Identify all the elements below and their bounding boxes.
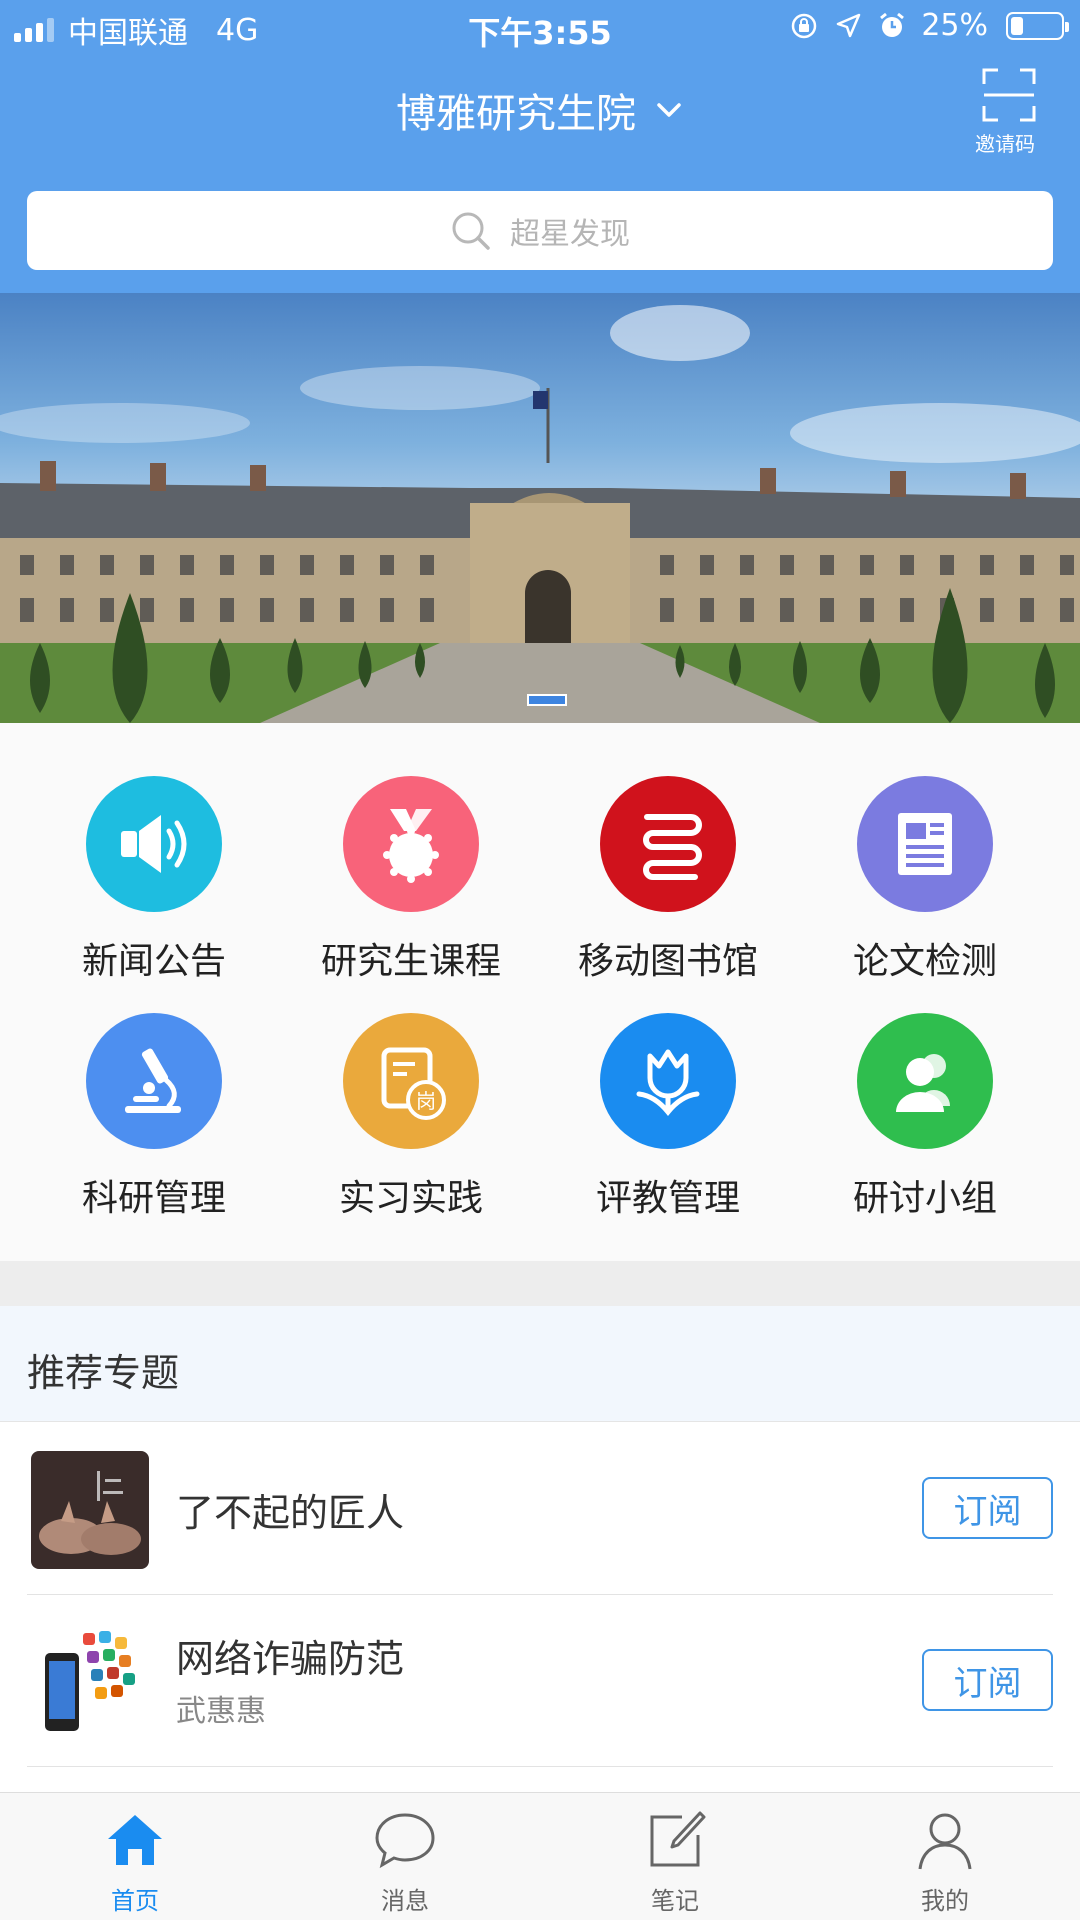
alarm-icon xyxy=(880,12,905,37)
grid-item-teaching-eval[interactable]: 评教管理 xyxy=(553,1013,783,1219)
microscope-icon xyxy=(125,1048,181,1113)
subscribe-button[interactable]: 订阅 xyxy=(922,1477,1053,1539)
courses-icon-circle xyxy=(343,776,479,912)
list-item[interactable]: 了不起的匠人 订阅 xyxy=(0,1422,1080,1594)
chat-bubble-icon xyxy=(375,1813,435,1869)
search-placeholder: 超星发现 xyxy=(510,216,630,252)
grid-item-label: 科研管理 xyxy=(81,1178,226,1219)
recommended-list: 了不起的匠人 订阅 网络诈骗防范 武惠惠 订阅 xyxy=(0,1422,1080,1792)
library-icon-circle xyxy=(600,776,736,912)
chevron-down-icon xyxy=(657,103,681,117)
grid-item-news[interactable]: 新闻公告 xyxy=(39,776,269,982)
document-icon xyxy=(898,813,952,875)
profile-icon xyxy=(918,1813,972,1870)
battery-percent: 25% xyxy=(921,8,988,43)
invite-code-button[interactable]: 邀请码 xyxy=(974,68,1044,157)
topic-name: 网络诈骗防范 xyxy=(176,1637,405,1681)
banner-carousel[interactable] xyxy=(0,293,1080,723)
tab-label: 笔记 xyxy=(651,1887,699,1915)
speaker-icon xyxy=(121,815,187,873)
search-input[interactable]: 超星发现 xyxy=(27,191,1053,270)
recommended-header: 推荐专题 xyxy=(0,1306,1080,1422)
research-icon-circle xyxy=(86,1013,222,1149)
search-icon xyxy=(452,212,490,250)
news-icon-circle xyxy=(86,776,222,912)
list-item[interactable]: 网络诈骗防范 武惠惠 订阅 xyxy=(0,1594,1080,1766)
orientation-lock-icon xyxy=(792,13,817,38)
edit-note-icon xyxy=(650,1811,706,1867)
page-title: 博雅研究生院 xyxy=(396,91,636,137)
grid-item-label: 新闻公告 xyxy=(81,941,226,982)
tab-notes[interactable]: 笔记 xyxy=(540,1793,810,1920)
status-bar: 中国联通 4G 下午3:55 25% xyxy=(0,0,1080,54)
grid-item-label: 研究生课程 xyxy=(320,941,501,982)
tab-label: 我的 xyxy=(921,1887,969,1915)
section-title: 推荐专题 xyxy=(27,1351,180,1395)
internship-badge-text: 岗 xyxy=(416,1089,436,1113)
topic-thumbnail xyxy=(31,1623,149,1741)
grid-item-label: 实习实践 xyxy=(338,1178,483,1219)
grid-item-label: 论文检测 xyxy=(852,941,997,982)
battery-icon xyxy=(1006,11,1069,40)
topic-author: 武惠惠 xyxy=(176,1694,266,1729)
internship-icon-circle: 岗 xyxy=(343,1013,479,1149)
grid-item-label: 研讨小组 xyxy=(852,1178,997,1219)
medal-icon xyxy=(383,809,439,883)
grid-item-label: 移动图书馆 xyxy=(577,941,758,982)
grid-item-research[interactable]: 科研管理 xyxy=(39,1013,269,1219)
grid-item-internship[interactable]: 岗 实习实践 xyxy=(296,1013,526,1219)
books-icon xyxy=(643,814,702,880)
subscribe-button[interactable]: 订阅 xyxy=(922,1649,1053,1711)
grid-item-library[interactable]: 移动图书馆 xyxy=(553,776,783,982)
section-separator xyxy=(0,1261,1080,1306)
tab-profile[interactable]: 我的 xyxy=(810,1793,1080,1920)
grid-item-thesis-check[interactable]: 论文检测 xyxy=(810,776,1040,982)
thesis-icon-circle xyxy=(857,776,993,912)
banner-image xyxy=(0,305,1080,723)
group-icon xyxy=(896,1054,950,1112)
grid-item-label: 评教管理 xyxy=(595,1178,740,1219)
grid-item-discussion-group[interactable]: 研讨小组 xyxy=(810,1013,1040,1219)
carousel-indicator xyxy=(527,694,567,706)
tab-home[interactable]: 首页 xyxy=(0,1793,270,1920)
school-switcher[interactable]: 博雅研究生院 xyxy=(0,80,1080,140)
topic-name: 了不起的匠人 xyxy=(176,1491,405,1535)
home-icon xyxy=(108,1815,162,1865)
group-icon-circle xyxy=(857,1013,993,1149)
bottom-tab-bar: 首页 消息 笔记 我的 xyxy=(0,1792,1080,1920)
scan-frame-icon xyxy=(982,68,1036,122)
tulip-icon xyxy=(636,1049,700,1116)
tab-label: 消息 xyxy=(381,1887,429,1915)
grid-item-courses[interactable]: 研究生课程 xyxy=(296,776,526,982)
tab-messages[interactable]: 消息 xyxy=(270,1793,540,1920)
location-arrow-icon xyxy=(837,13,861,37)
invite-code-label: 邀请码 xyxy=(975,132,1035,156)
internship-icon: 岗 xyxy=(381,1047,446,1120)
topic-thumbnail xyxy=(31,1451,149,1569)
app-header: 中国联通 4G 下午3:55 25% 博雅研究生院 邀请码 超星发现 xyxy=(0,0,1080,293)
feature-grid: 新闻公告 研究生课程 移动图书馆 论文检测 科研管理 岗 实习实践 评教管理 研… xyxy=(0,723,1080,1261)
tab-label: 首页 xyxy=(111,1887,159,1915)
eval-icon-circle xyxy=(600,1013,736,1149)
list-divider xyxy=(27,1766,1053,1767)
